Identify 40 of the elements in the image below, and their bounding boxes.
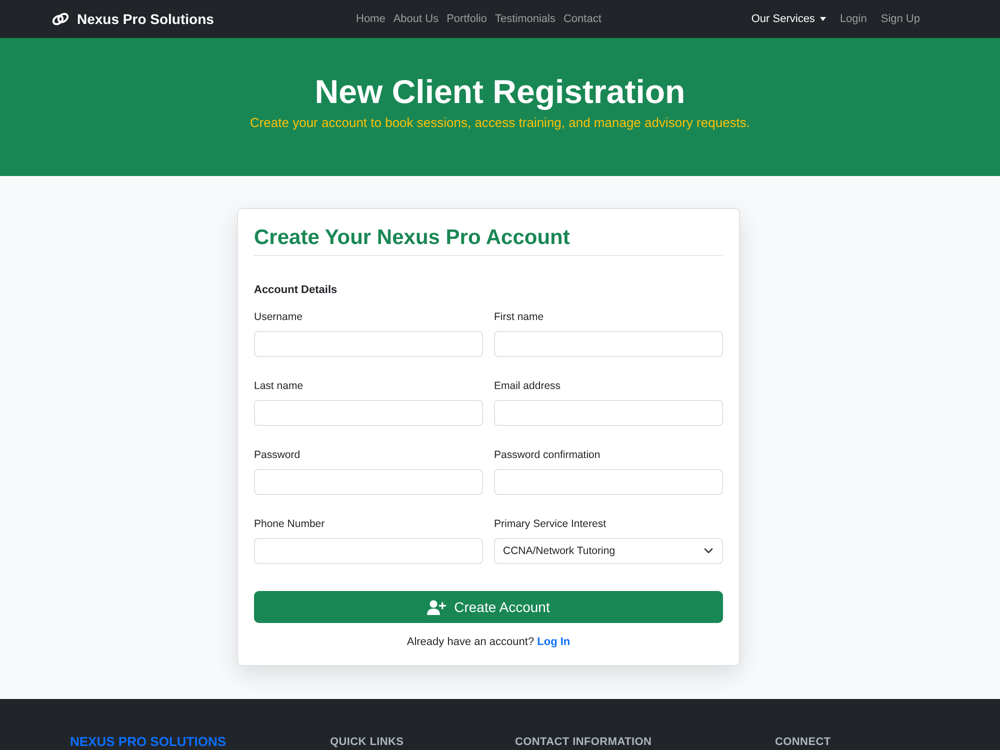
login-prompt: Already have an account?	[406, 636, 534, 648]
field-label: Phone Number	[254, 517, 325, 531]
field-label: Password confirmation	[494, 448, 600, 462]
user-plus-icon	[427, 600, 446, 614]
nav-link[interactable]: Login	[840, 13, 867, 25]
link-icon	[52, 12, 69, 26]
footer-heading: CONNECT	[775, 735, 831, 749]
footer-heading: CONTACT INFORMATION	[515, 735, 652, 749]
card-title: Create Your Nexus Pro Account	[254, 225, 723, 256]
field-label: First name	[494, 310, 544, 324]
section-heading: Account Details	[254, 283, 338, 297]
create-account-button[interactable]: Create Account	[254, 591, 723, 623]
input-field[interactable]	[494, 469, 723, 495]
nav-link[interactable]: About Us	[393, 13, 439, 25]
input-field[interactable]	[254, 469, 483, 495]
caret-icon	[820, 17, 826, 21]
field-label: Last name	[254, 379, 304, 393]
nav-link[interactable]: Testimonials	[494, 13, 556, 25]
field-label: Email address	[494, 379, 561, 393]
field-label: Username	[254, 310, 302, 324]
select-field[interactable]: CCNA/Network Tutoring	[494, 538, 723, 564]
nav-link[interactable]: Contact	[563, 13, 602, 25]
brand-name[interactable]: Nexus Pro Solutions	[77, 11, 214, 27]
footer-heading: QUICK LINKS	[330, 735, 404, 749]
input-field[interactable]	[494, 400, 723, 426]
input-field[interactable]	[254, 331, 483, 357]
hero-title: New Client Registration	[314, 73, 686, 111]
log-in-link[interactable]: Log In	[537, 636, 570, 648]
nav-link[interactable]: Sign Up	[880, 13, 920, 25]
nav-link[interactable]: Portfolio	[446, 13, 487, 25]
field-label: Password	[254, 448, 300, 462]
chevron-down-icon	[704, 548, 713, 554]
field-label: Primary Service Interest	[494, 517, 606, 531]
input-field[interactable]	[254, 400, 483, 426]
footer-brand: NEXUS PRO SOLUTIONS	[70, 735, 226, 749]
nav-link[interactable]: Home	[356, 13, 386, 25]
services-dropdown[interactable]: Our Services	[751, 13, 826, 25]
hero-subtitle: Create your account to book sessions, access training, and manage advisory requests.	[248, 114, 752, 131]
input-field[interactable]	[254, 538, 483, 564]
input-field[interactable]	[494, 331, 723, 357]
